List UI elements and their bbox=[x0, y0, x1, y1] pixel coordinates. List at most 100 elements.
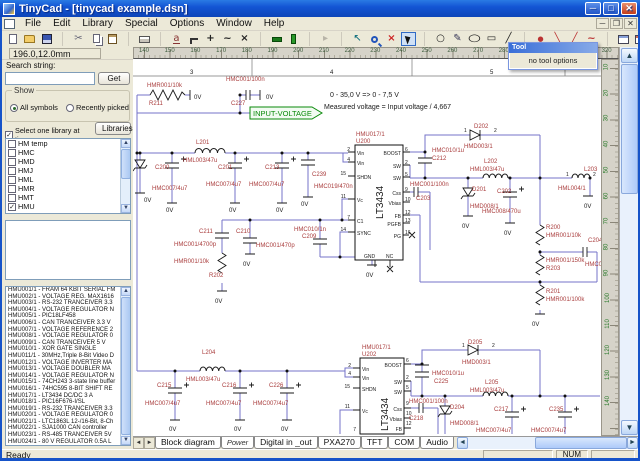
symbol-item[interactable]: HMU004/1 - VOLTAGE REGULATOR N bbox=[6, 307, 130, 314]
library-item-hmc[interactable]: HMC bbox=[6, 148, 130, 157]
schematic-label[interactable]: HML003/47u bbox=[470, 167, 504, 173]
schematic-label[interactable]: Vc bbox=[362, 409, 368, 415]
disabled-arrow-icon[interactable]: ▸ bbox=[318, 32, 333, 46]
schematic-label[interactable]: HML003/47u bbox=[186, 377, 220, 383]
schematic-label[interactable]: PGFB bbox=[387, 222, 401, 228]
symbol-item[interactable]: HMU003/1 - RS-232 TRANCEIVER 3.3 bbox=[6, 300, 130, 307]
document-icon[interactable] bbox=[4, 18, 15, 29]
schematic-label[interactable]: HMC007/4u7 bbox=[253, 401, 289, 407]
schematic-label[interactable]: SW bbox=[394, 390, 402, 396]
mdi-close-button[interactable]: ✕ bbox=[624, 18, 637, 29]
schematic-label[interactable]: HML003/47u bbox=[470, 388, 504, 394]
schematic-label[interactable]: D202 bbox=[474, 124, 489, 130]
scroll-down-icon[interactable]: ▼ bbox=[121, 204, 130, 213]
schematic-label[interactable]: 6 bbox=[406, 358, 409, 364]
symbol-item[interactable]: HMU024/1 - 80 V REGULATOR 0.5A L bbox=[6, 439, 130, 445]
schematic-label[interactable]: C239 bbox=[312, 172, 327, 178]
tab-tft[interactable]: TFT bbox=[360, 437, 389, 449]
symbol-item[interactable]: HMU002/1 - VOLTAGE REG. MAX1616 bbox=[6, 294, 130, 301]
schematic-label[interactable]: Vbias bbox=[388, 201, 401, 207]
schematic-label[interactable]: SHDN bbox=[362, 387, 377, 393]
schematic-label[interactable]: R201 bbox=[546, 289, 561, 295]
minimize-button[interactable]: ─ bbox=[585, 2, 601, 15]
schematic-label[interactable]: SW bbox=[393, 176, 401, 182]
checkbox-icon[interactable] bbox=[8, 166, 16, 175]
schematic-label[interactable]: 0V bbox=[243, 262, 250, 268]
symbol-item[interactable]: HMU001/1 - FRAM 64 KBIT SERIAL FM bbox=[6, 287, 130, 294]
schematic-label[interactable]: 2 bbox=[593, 172, 596, 178]
schematic-label[interactable]: HMC001/100n bbox=[409, 399, 448, 405]
tab-scroll-right-icon[interactable]: ► bbox=[144, 437, 155, 449]
symbol-item[interactable]: HMU011/1 - 30MHz,Triple 8-Bit Video D bbox=[6, 353, 130, 360]
schematic-label[interactable]: SW bbox=[393, 164, 401, 170]
symbol-item[interactable]: HMU017/1 - LT3434 DC/DC 3 A bbox=[6, 393, 130, 400]
checkbox-icon[interactable] bbox=[8, 157, 16, 166]
library-item-hm-temp[interactable]: HM temp bbox=[6, 139, 130, 148]
schematic-label[interactable]: SW bbox=[394, 380, 402, 386]
schematic-label[interactable]: HMR001/150k bbox=[546, 258, 585, 264]
schematic-label[interactable]: NC bbox=[386, 254, 394, 260]
symbol-item[interactable]: HMU018/1 - PIC16F676-I/SL bbox=[6, 399, 130, 406]
schematic-label[interactable]: HMC019/470n bbox=[314, 184, 353, 190]
symbol-item[interactable]: HMU013/1 - VOLTAGE DOUBLER MA bbox=[6, 366, 130, 373]
search-input[interactable] bbox=[5, 72, 95, 85]
schematic-label[interactable]: HMR001/100k bbox=[546, 297, 585, 303]
maximize-button[interactable]: □ bbox=[603, 2, 619, 15]
symbol-list-scrollbar[interactable]: ▲ ▼ bbox=[120, 287, 130, 445]
tool-palette[interactable]: Tool no tool options bbox=[508, 42, 598, 70]
schematic-label[interactable]: 0V bbox=[281, 427, 288, 433]
schematic-label[interactable]: LT3434 bbox=[380, 397, 391, 431]
library-item-hmd[interactable]: HMD bbox=[6, 157, 130, 166]
scroll-right-icon[interactable]: ► bbox=[627, 437, 638, 449]
scroll-up-icon[interactable]: ▲ bbox=[621, 48, 638, 63]
schematic-label[interactable]: HMC007/4u7 bbox=[531, 428, 567, 434]
schematic-label[interactable]: 0V bbox=[462, 224, 469, 230]
label-symbol-icon[interactable] bbox=[286, 32, 301, 46]
schematic-label[interactable]: C209 bbox=[302, 234, 317, 240]
menu-options[interactable]: Options bbox=[164, 17, 210, 30]
schematic-label[interactable]: HMC001/470p bbox=[256, 243, 295, 249]
library-item-hml[interactable]: HML bbox=[6, 175, 130, 184]
schematic-label[interactable]: HMR001/10k bbox=[546, 233, 582, 239]
schematic-label[interactable]: 0V bbox=[194, 95, 201, 101]
schematic-label[interactable]: 0V bbox=[169, 427, 176, 433]
cut-icon[interactable]: ✂ bbox=[71, 32, 86, 46]
horizontal-scrollbar[interactable]: ◄ ► bbox=[457, 437, 638, 449]
schematic-label[interactable]: R200 bbox=[546, 225, 561, 231]
block-import-icon[interactable] bbox=[616, 32, 631, 46]
schematic-label[interactable]: 2 bbox=[406, 375, 409, 381]
schematic-label[interactable]: FB bbox=[396, 427, 403, 433]
menu-special[interactable]: Special bbox=[119, 17, 164, 30]
scrollbar-thumb[interactable] bbox=[121, 149, 130, 179]
menu-library[interactable]: Library bbox=[76, 17, 119, 30]
schematic-label[interactable]: 0V bbox=[366, 273, 373, 279]
schematic-label[interactable]: 16 bbox=[405, 230, 411, 236]
schematic-label[interactable]: L202 bbox=[484, 159, 498, 165]
schematic-label[interactable]: 10 bbox=[405, 197, 411, 203]
junction-tool-icon[interactable]: + bbox=[203, 32, 218, 46]
schematic-label[interactable]: C200 bbox=[155, 165, 170, 171]
schematic-label[interactable]: HMC007/4u7 bbox=[145, 401, 181, 407]
schematic-label[interactable]: C235 bbox=[549, 407, 564, 413]
checkbox-icon[interactable] bbox=[8, 148, 16, 157]
scroll-down-icon[interactable]: ▼ bbox=[121, 436, 130, 445]
schematic-label[interactable]: 15 bbox=[344, 384, 350, 390]
paste-icon[interactable] bbox=[105, 32, 120, 46]
checkbox-icon[interactable]: ✓ bbox=[8, 202, 16, 211]
wire-tool-icon[interactable] bbox=[186, 32, 201, 46]
tab-audio[interactable]: Audio bbox=[420, 437, 455, 449]
schematic-label[interactable]: GND bbox=[364, 254, 376, 260]
library-item-hmj[interactable]: HMJ bbox=[6, 166, 130, 175]
schematic-label[interactable]: FB bbox=[395, 214, 402, 220]
tab-scroll-left-icon[interactable]: ◄ bbox=[133, 437, 144, 449]
print-icon[interactable] bbox=[137, 32, 152, 46]
library-item-hmr[interactable]: HMR bbox=[6, 184, 130, 193]
schematic-label[interactable]: 1 bbox=[462, 343, 465, 349]
schematic-label[interactable]: 2 bbox=[348, 363, 351, 369]
schematic-label[interactable]: Vin bbox=[362, 376, 369, 382]
schematic-label[interactable]: R203 bbox=[546, 266, 561, 272]
symbol-item[interactable]: HMU010/1 - XOR GATE SINGLE bbox=[6, 346, 130, 353]
schematic-label[interactable]: Vbias bbox=[389, 417, 402, 423]
schematic-label[interactable]: 0V bbox=[229, 208, 236, 214]
tool-palette-option[interactable]: no tool options bbox=[509, 53, 597, 69]
